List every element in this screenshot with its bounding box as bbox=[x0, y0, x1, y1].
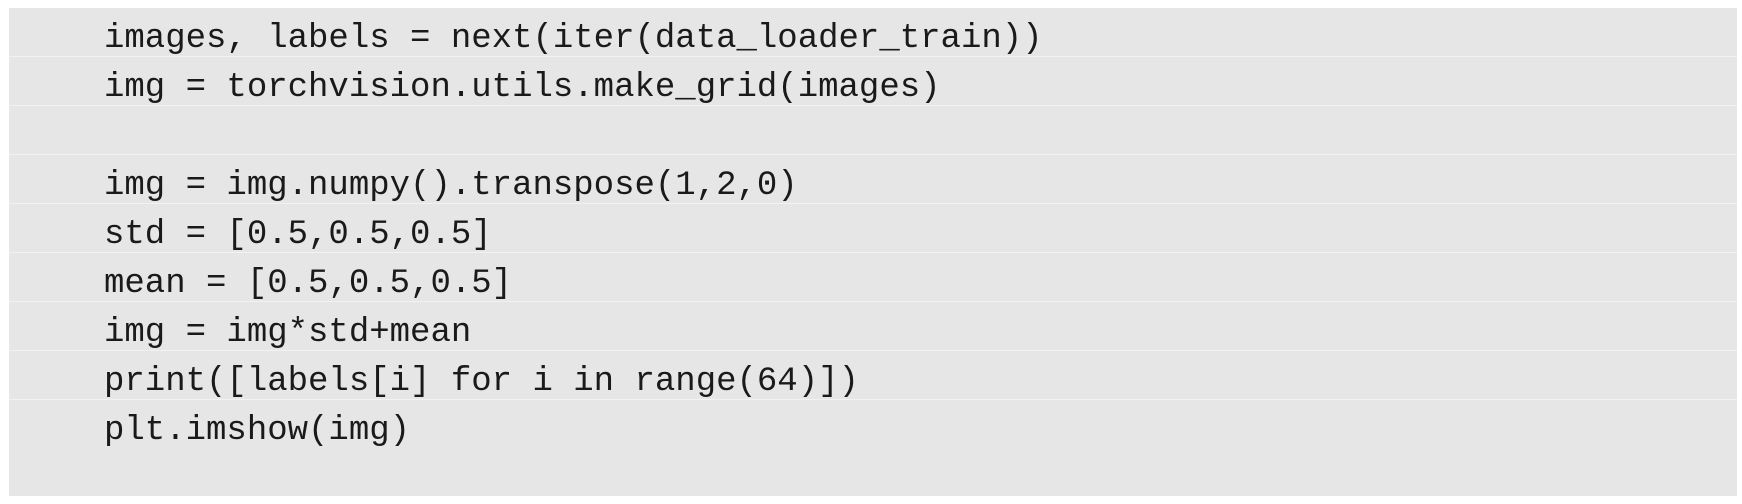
code-line-9: plt.imshow(img) bbox=[104, 412, 411, 450]
code-block: images, labels = next(iter(data_loader_t… bbox=[9, 8, 1737, 496]
code-line-2: img = torchvision.utils.make_grid(images… bbox=[104, 69, 941, 107]
code-line-1: images, labels = next(iter(data_loader_t… bbox=[104, 20, 1043, 58]
code-line-7: img = img*std+mean bbox=[104, 314, 472, 352]
code-line-4: img = img.numpy().transpose(1,2,0) bbox=[104, 167, 798, 205]
code-line-5: std = [0.5,0.5,0.5] bbox=[104, 216, 492, 254]
code-line-6: mean = [0.5,0.5,0.5] bbox=[104, 265, 513, 303]
code-line-8: print([labels[i] for i in range(64)]) bbox=[104, 363, 859, 401]
line-separator bbox=[9, 154, 1737, 155]
